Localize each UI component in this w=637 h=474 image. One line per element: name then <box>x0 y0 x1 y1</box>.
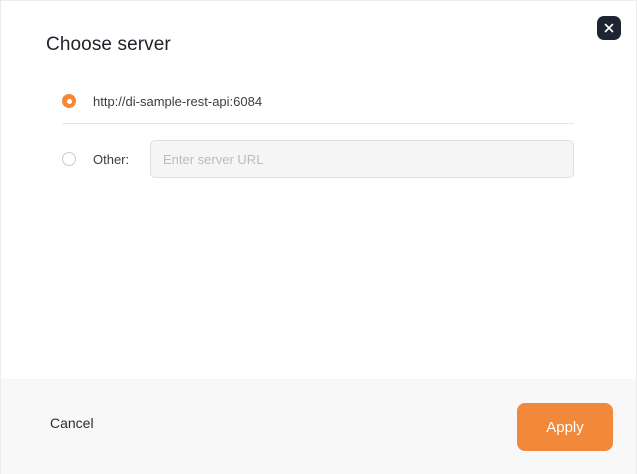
apply-button[interactable]: Apply <box>517 403 613 451</box>
dialog-title: Choose server <box>46 34 171 55</box>
server-url-input[interactable] <box>150 140 574 178</box>
cancel-button[interactable]: Cancel <box>50 415 94 431</box>
close-icon <box>604 23 614 33</box>
close-button[interactable] <box>597 16 621 40</box>
default-server-radio[interactable] <box>62 94 76 108</box>
other-server-label[interactable]: Other: <box>93 152 129 167</box>
option-divider <box>62 123 574 124</box>
default-server-option[interactable]: http://di-sample-rest-api:6084 <box>62 91 262 111</box>
other-server-option[interactable]: Other: <box>62 141 129 177</box>
default-server-label[interactable]: http://di-sample-rest-api:6084 <box>93 94 262 109</box>
other-server-radio[interactable] <box>62 152 76 166</box>
choose-server-dialog: Choose server http://di-sample-rest-api:… <box>0 0 637 474</box>
